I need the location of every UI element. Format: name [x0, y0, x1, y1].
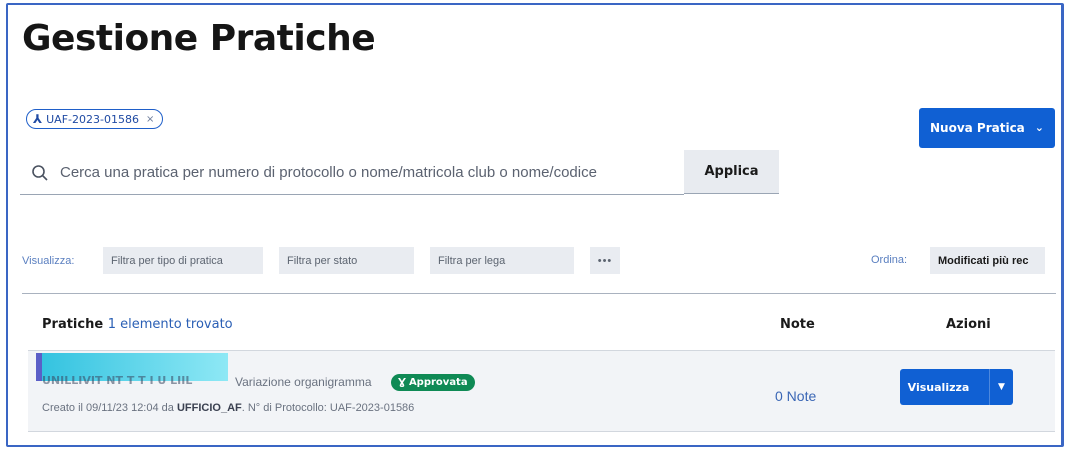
sort-select[interactable]: Modificati più rec — [930, 247, 1045, 274]
filter-chip-protocol[interactable]: ⅄ UAF-2023-01586 × — [26, 109, 164, 129]
filter-bar: Visualizza: — [22, 248, 84, 274]
new-pratica-label: Nuova Pratica — [929, 121, 1025, 135]
new-pratica-button[interactable]: Nuova Pratica ⌄ — [919, 108, 1055, 148]
created-prefix: Creato il 09/11/23 12:04 da — [42, 402, 174, 414]
created-by: UFFICIO_AF — [176, 402, 242, 414]
view-button-label: Visualizza — [907, 380, 970, 394]
protocol-text: . N° di Protocollo: UAF-2023-01586 — [241, 402, 415, 414]
filter-type-select[interactable]: Filtra per tipo di pratica — [103, 247, 263, 274]
organization-icon: ⅄ — [33, 112, 43, 126]
apply-button[interactable]: Applica — [684, 150, 779, 194]
column-header-azioni: Azioni — [946, 317, 991, 332]
filter-label: Visualizza: — [22, 255, 75, 267]
filter-league-select[interactable]: Filtra per lega — [430, 247, 574, 274]
status-badge: Ɣ Approvata — [391, 374, 475, 391]
search-icon — [20, 164, 60, 182]
results-count: 1 elemento trovato — [107, 317, 233, 332]
notes-link[interactable]: 0 Note — [775, 388, 816, 404]
filter-chip-label: UAF-2023-01586 — [46, 112, 139, 126]
caret-down-icon[interactable]: ▼ — [989, 369, 1013, 405]
page-title: Gestione Pratiche — [22, 18, 376, 59]
search-input[interactable]: Cerca una pratica per numero di protocol… — [60, 164, 597, 181]
more-filters-button[interactable]: ••• — [590, 247, 620, 274]
chevron-down-icon: ⌄ — [1034, 120, 1045, 134]
pratica-meta: Creato il 09/11/23 12:04 da UFFICIO_AF. … — [42, 402, 414, 414]
column-header-note: Note — [780, 317, 815, 332]
search-bar[interactable]: Cerca una pratica per numero di protocol… — [20, 151, 684, 195]
pratica-name[interactable]: UNILLIVIT NT T T I U LIIL — [42, 374, 192, 387]
sort-label: Ordina: — [871, 254, 908, 266]
close-icon[interactable]: × — [146, 114, 154, 125]
filter-state-select[interactable]: Filtra per stato — [279, 247, 414, 274]
status-badge-label: Approvata — [408, 377, 468, 388]
divider — [22, 293, 1056, 294]
pratica-type: Variazione organigramma — [235, 375, 372, 389]
column-header-pratiche: Pratiche 1 elemento trovato — [42, 317, 233, 332]
column-header-pratiche-label: Pratiche — [42, 317, 104, 332]
approved-icon: Ɣ — [398, 377, 406, 388]
view-button[interactable]: Visualizza ▼ — [900, 369, 1013, 405]
